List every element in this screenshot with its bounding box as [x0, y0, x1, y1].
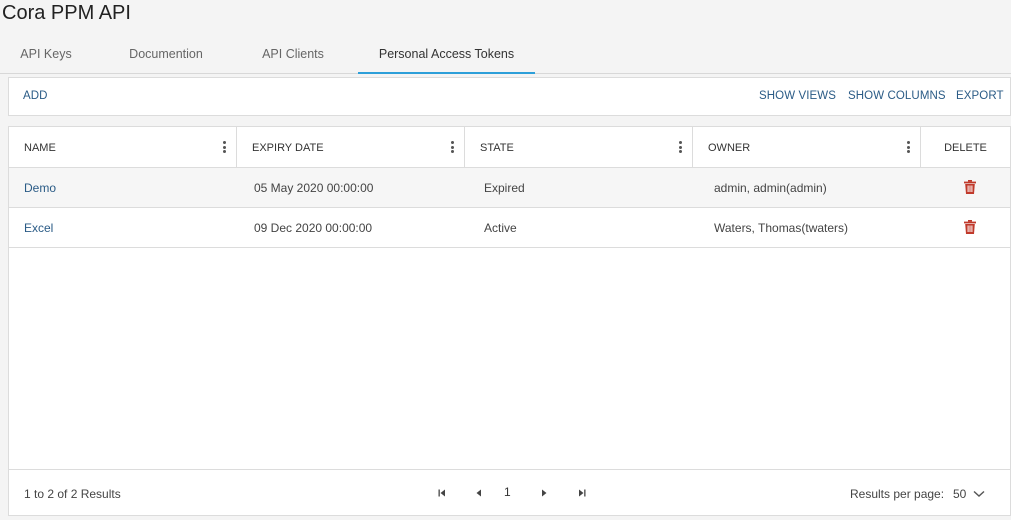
- owner-cell: admin, admin(admin): [714, 181, 827, 195]
- column-header-label: OWNER: [708, 142, 751, 154]
- column-header-name[interactable]: NAME: [9, 127, 237, 168]
- toolbar: ADD SHOW VIEWS SHOW COLUMNS EXPORT: [8, 77, 1011, 116]
- prev-page-icon[interactable]: [474, 487, 484, 499]
- table-row: Excel 09 Dec 2020 00:00:00 Active Waters…: [9, 208, 1010, 248]
- expiry-date-cell: 05 May 2020 00:00:00: [254, 181, 374, 195]
- last-page-icon[interactable]: [577, 487, 587, 499]
- first-page-icon[interactable]: [437, 487, 447, 499]
- column-header-owner[interactable]: OWNER: [693, 127, 921, 168]
- vertical-dots-icon[interactable]: [679, 141, 682, 153]
- vertical-dots-icon[interactable]: [223, 141, 226, 153]
- owner-cell: Waters, Thomas(twaters): [714, 221, 849, 235]
- show-views-button[interactable]: SHOW VIEWS: [759, 78, 836, 115]
- column-header-state[interactable]: STATE: [465, 127, 693, 168]
- table-footer: 1 to 2 of 2 Results 1 Results per page: …: [9, 469, 1010, 515]
- table-header: NAME EXPIRY DATE STATE OWNER DELETE: [9, 127, 1010, 168]
- state-cell: Active: [484, 221, 517, 235]
- token-name-link[interactable]: Demo: [24, 168, 56, 208]
- next-page-icon[interactable]: [539, 487, 549, 499]
- trash-icon[interactable]: [964, 220, 976, 234]
- token-name-link[interactable]: Excel: [24, 208, 53, 248]
- expiry-date-cell: 09 Dec 2020 00:00:00: [254, 221, 373, 235]
- current-page-number: 1: [504, 485, 511, 499]
- tokens-table: NAME EXPIRY DATE STATE OWNER DELETE Demo…: [8, 126, 1011, 516]
- state-cell: Expired: [484, 181, 525, 195]
- tab-bar: API Keys Documention API Clients Persona…: [0, 38, 1011, 74]
- tab-personal-access-tokens[interactable]: Personal Access Tokens: [358, 38, 535, 74]
- table-row: Demo 05 May 2020 00:00:00 Expired admin,…: [9, 168, 1010, 208]
- page-title: Cora PPM API: [2, 2, 131, 24]
- column-header-label: EXPIRY DATE: [252, 142, 324, 154]
- vertical-dots-icon[interactable]: [451, 141, 454, 153]
- column-header-label: STATE: [480, 142, 514, 154]
- column-header-label: DELETE: [944, 142, 987, 154]
- show-columns-button[interactable]: SHOW COLUMNS: [848, 78, 946, 115]
- trash-icon[interactable]: [964, 180, 976, 194]
- tab-api-keys[interactable]: API Keys: [2, 38, 90, 74]
- add-button[interactable]: ADD: [23, 78, 48, 115]
- column-header-expiry-date[interactable]: EXPIRY DATE: [237, 127, 465, 168]
- chevron-down-icon: [973, 490, 985, 497]
- results-per-page-select[interactable]: 50: [953, 470, 993, 516]
- column-header-label: NAME: [24, 142, 56, 154]
- tab-api-clients[interactable]: API Clients: [244, 38, 342, 74]
- tab-documention[interactable]: Documention: [115, 38, 217, 74]
- results-per-page-value: 50: [953, 487, 967, 501]
- results-per-page-label: Results per page:: [850, 487, 945, 501]
- vertical-dots-icon[interactable]: [907, 141, 910, 153]
- export-button[interactable]: EXPORT: [956, 78, 1004, 115]
- column-header-delete: DELETE: [921, 127, 1010, 168]
- results-count: 1 to 2 of 2 Results: [24, 487, 121, 501]
